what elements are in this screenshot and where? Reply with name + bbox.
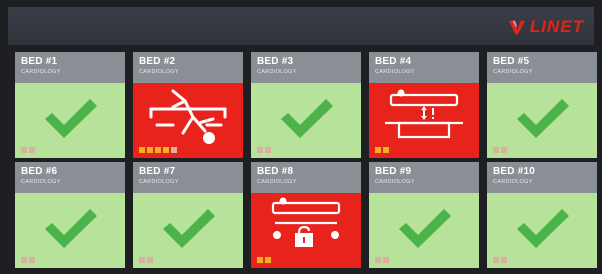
indicator-inactive (493, 147, 499, 153)
bed-grid: BED #1 CARDIOLOGY BED #2 CARDIOLOGY BED #3 CA… (15, 52, 597, 268)
bed-title: BED #6 (21, 166, 58, 177)
bed-tile-header: BED #8 CARDIOLOGY (251, 162, 361, 193)
bed-department: CARDIOLOGY (257, 179, 297, 185)
bed-tile-header: BED #1 CARDIOLOGY (15, 52, 125, 83)
status-indicators (493, 147, 507, 153)
indicator-inactive (493, 257, 499, 263)
indicator-inactive (383, 257, 389, 263)
bed-title: BED #8 (257, 166, 294, 177)
bed-tile-10[interactable]: BED #10 CARDIOLOGY (487, 162, 597, 268)
bed-tile-5[interactable]: BED #5 CARDIOLOGY (487, 52, 597, 158)
bed-title: BED #1 (21, 56, 58, 67)
bed-department: CARDIOLOGY (257, 69, 297, 75)
bed-status-alert (133, 83, 243, 158)
bed-department: CARDIOLOGY (139, 69, 179, 75)
indicator-inactive (139, 257, 145, 263)
bed-title: BED #2 (139, 56, 176, 67)
bed-tile-header: BED #10 CARDIOLOGY (487, 162, 597, 193)
bed-tile-3[interactable]: BED #3 CARDIOLOGY (251, 52, 361, 158)
bed-status-ok (15, 193, 125, 268)
bed-tile-4[interactable]: BED #4 CARDIOLOGY (369, 52, 479, 158)
status-indicators (375, 147, 389, 153)
status-indicators (21, 147, 35, 153)
bed-tile-6[interactable]: BED #6 CARDIOLOGY (15, 162, 125, 268)
indicator-inactive (29, 147, 35, 153)
bed-tile-8[interactable]: BED #8 CARDIOLOGY (251, 162, 361, 268)
bed-title: BED #7 (139, 166, 176, 177)
bed-tile-1[interactable]: BED #1 CARDIOLOGY (15, 52, 125, 158)
bed-department: CARDIOLOGY (493, 69, 533, 75)
bed-tile-header: BED #7 CARDIOLOGY (133, 162, 243, 193)
indicator-active (155, 147, 161, 153)
bed-monitor-screen: LINET BED #1 CARDIOLOGY BED #2 CARDIOLOGY BE… (0, 0, 602, 274)
bed-tile-9[interactable]: BED #9 CARDIOLOGY (369, 162, 479, 268)
logo-text: LINET (529, 17, 584, 36)
bed-tile-2[interactable]: BED #2 CARDIOLOGY (133, 52, 243, 158)
brand-logo: LINET (508, 17, 584, 37)
status-indicators (375, 257, 389, 263)
indicator-active (375, 147, 381, 153)
indicator-inactive (501, 147, 507, 153)
bed-title: BED #10 (493, 166, 535, 177)
bed-status-alert (251, 193, 361, 268)
indicator-inactive (501, 257, 507, 263)
bed-status-ok (487, 193, 597, 268)
bed-status-ok (133, 193, 243, 268)
bed-tile-header: BED #6 CARDIOLOGY (15, 162, 125, 193)
bed-tile-7[interactable]: BED #7 CARDIOLOGY (133, 162, 243, 268)
bed-status-ok (15, 83, 125, 158)
linet-logo-icon (508, 20, 525, 35)
bed-tile-header: BED #3 CARDIOLOGY (251, 52, 361, 83)
status-indicators (139, 257, 153, 263)
indicator-inactive (257, 147, 263, 153)
bed-title: BED #4 (375, 56, 412, 67)
indicator-inactive (147, 257, 153, 263)
indicator-active (265, 257, 271, 263)
indicator-inactive (21, 147, 27, 153)
bed-tile-header: BED #2 CARDIOLOGY (133, 52, 243, 83)
status-indicators (257, 147, 271, 153)
indicator-inactive (375, 257, 381, 263)
bed-status-alert (369, 83, 479, 158)
status-indicators (493, 257, 507, 263)
bed-status-ok (369, 193, 479, 268)
top-bar: LINET (8, 7, 594, 45)
indicator-inactive (171, 147, 177, 153)
indicator-active (383, 147, 389, 153)
bed-department: CARDIOLOGY (21, 179, 61, 185)
indicator-inactive (265, 147, 271, 153)
indicator-active (147, 147, 153, 153)
indicator-inactive (29, 257, 35, 263)
bed-department: CARDIOLOGY (21, 69, 61, 75)
bed-department: CARDIOLOGY (375, 69, 415, 75)
indicator-active (163, 147, 169, 153)
bed-department: CARDIOLOGY (139, 179, 179, 185)
indicator-active (139, 147, 145, 153)
bed-status-ok (251, 83, 361, 158)
bed-department: CARDIOLOGY (375, 179, 415, 185)
bed-tile-header: BED #5 CARDIOLOGY (487, 52, 597, 83)
status-indicators (139, 147, 177, 153)
bed-department: CARDIOLOGY (493, 179, 533, 185)
bed-status-ok (487, 83, 597, 158)
bed-title: BED #9 (375, 166, 412, 177)
bed-tile-header: BED #4 CARDIOLOGY (369, 52, 479, 83)
bed-title: BED #3 (257, 56, 294, 67)
indicator-active (257, 257, 263, 263)
status-indicators (21, 257, 35, 263)
indicator-inactive (21, 257, 27, 263)
bed-tile-header: BED #9 CARDIOLOGY (369, 162, 479, 193)
status-indicators (257, 257, 271, 263)
bed-title: BED #5 (493, 56, 530, 67)
